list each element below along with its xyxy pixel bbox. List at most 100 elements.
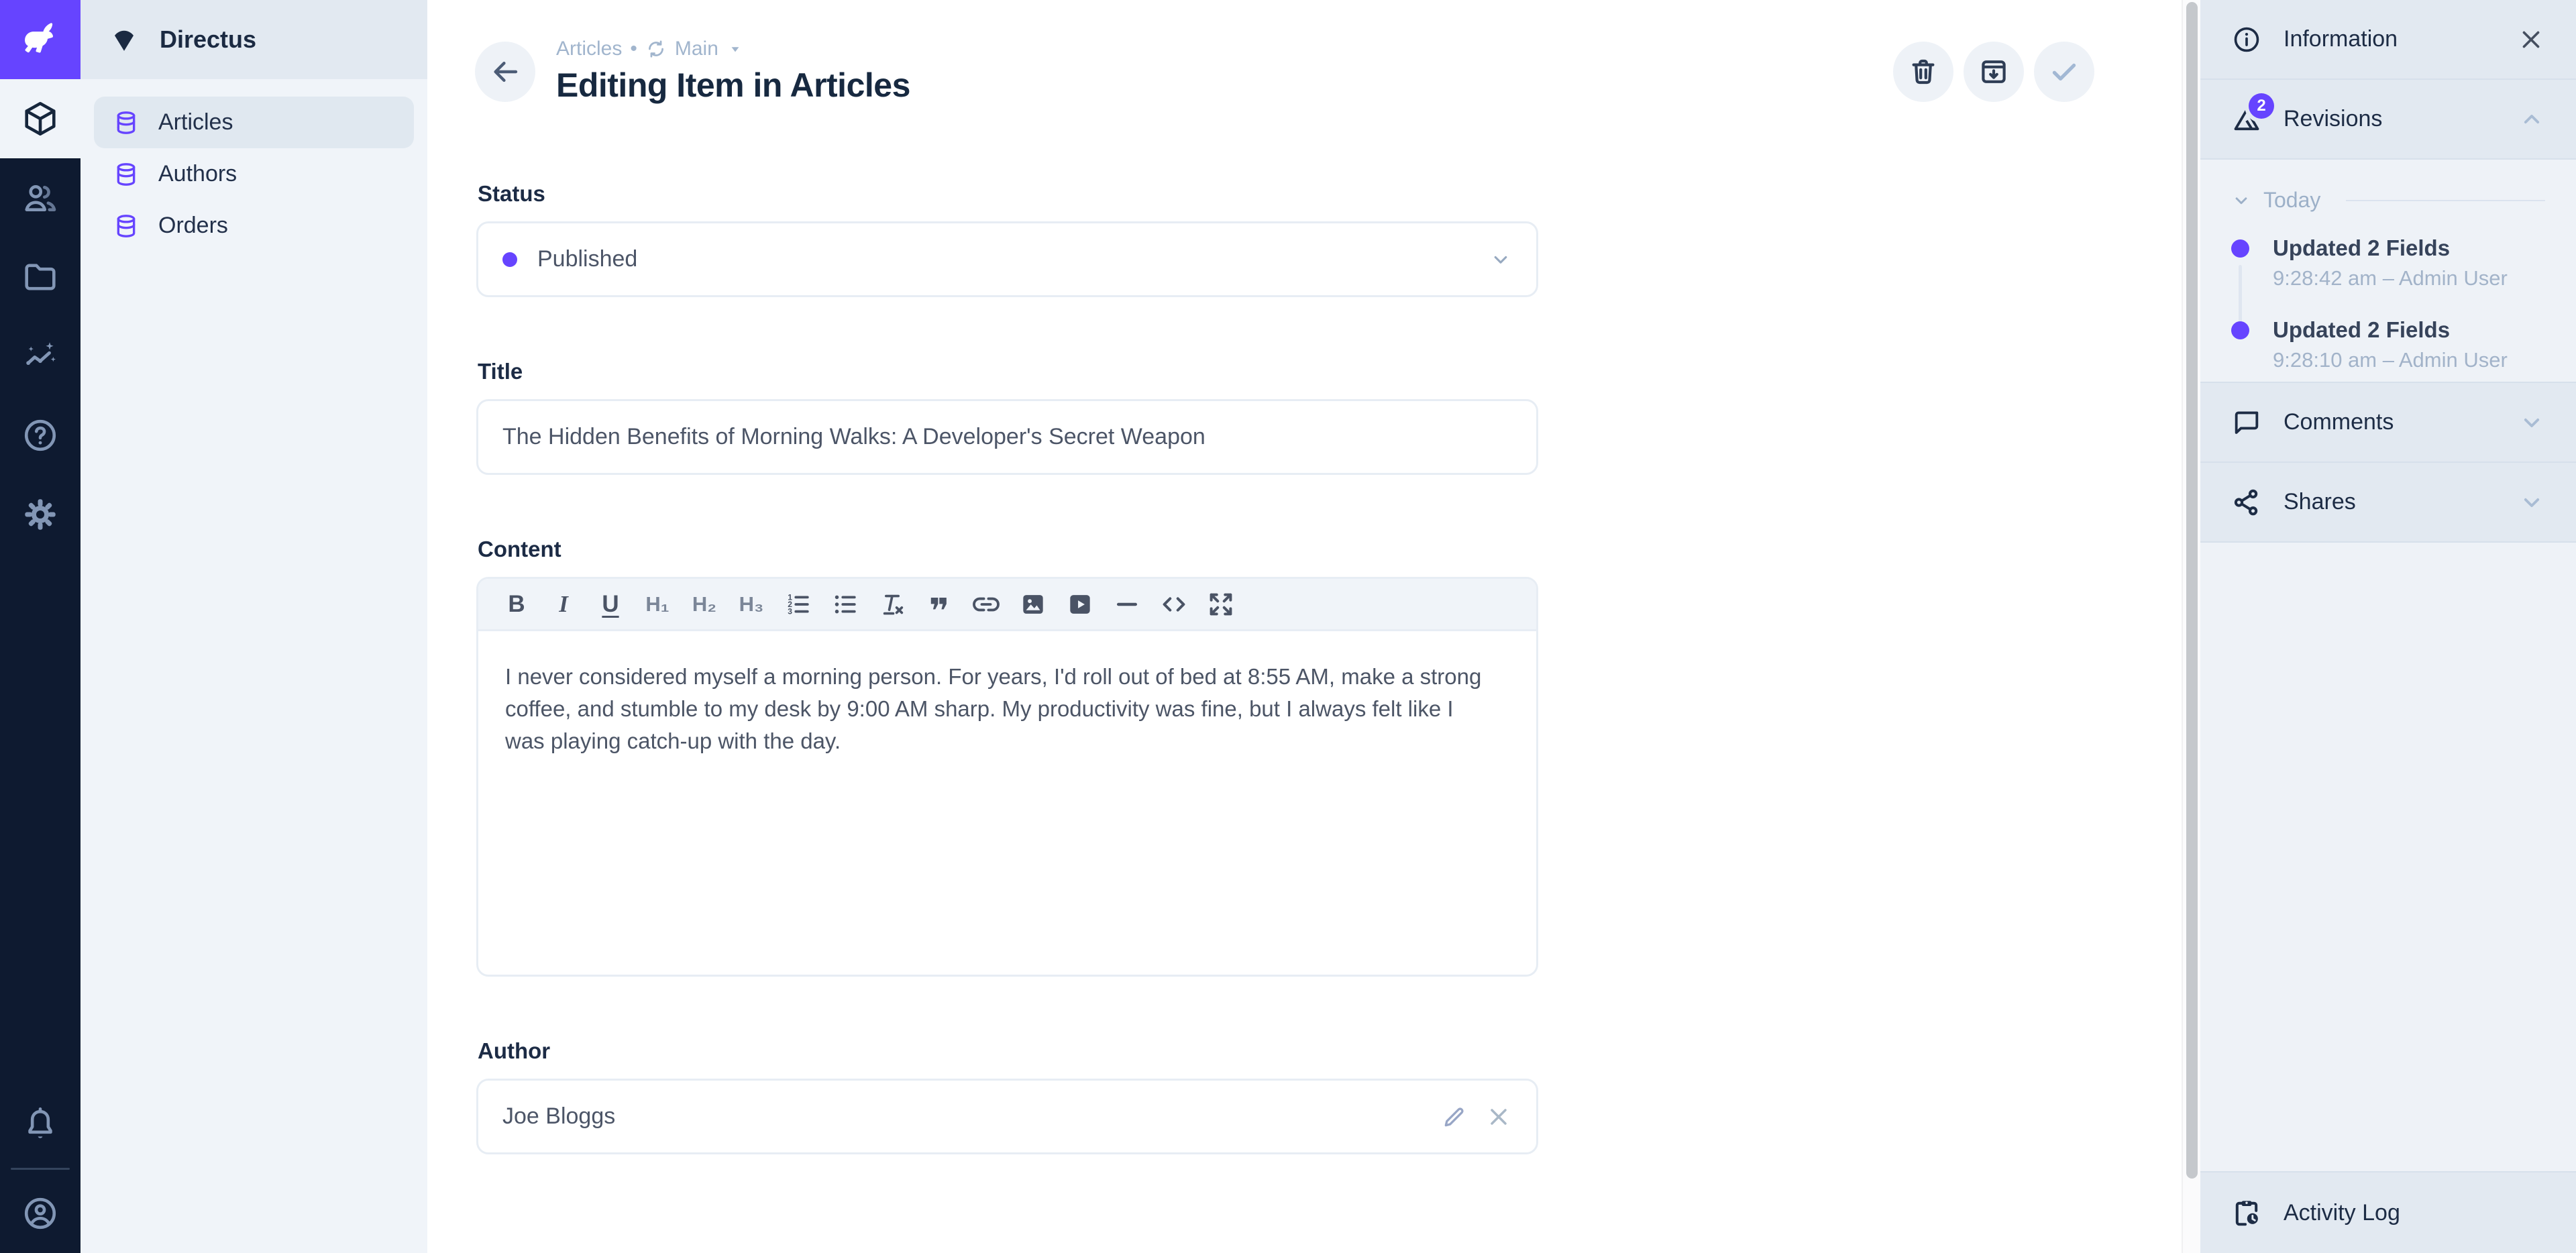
back-button[interactable] xyxy=(475,42,535,102)
rabbit-logo-icon xyxy=(18,17,62,62)
revision-item[interactable]: Updated 2 Fields 9:28:42 am – Admin User xyxy=(2231,235,2545,290)
caret-down-icon xyxy=(727,40,744,58)
sidebar-item-label: Orders xyxy=(158,213,228,239)
heading2-button[interactable]: H₂ xyxy=(684,584,725,625)
shares-label: Shares xyxy=(2284,489,2356,515)
fullscreen-icon xyxy=(1205,589,1236,620)
version-sync-icon[interactable] xyxy=(645,38,667,60)
video-icon xyxy=(1065,590,1095,619)
insert-image-button[interactable] xyxy=(1012,584,1054,625)
status-select[interactable]: Published xyxy=(476,221,1538,297)
revision-title: Updated 2 Fields xyxy=(2273,235,2545,261)
project-header[interactable]: Directus xyxy=(80,0,427,79)
edit-pencil-icon[interactable] xyxy=(1441,1103,1468,1130)
revision-dot xyxy=(2231,321,2249,339)
module-settings[interactable] xyxy=(0,475,80,554)
editor-toolbar: B I U H₁ H₂ H₃ 1 2 3 xyxy=(478,579,1536,631)
close-sidebar-icon[interactable] xyxy=(2517,25,2545,54)
page-title: Editing Item in Articles xyxy=(556,66,910,105)
code-button[interactable] xyxy=(1153,584,1195,625)
content-field-group: Content B I U H₁ H₂ H₃ 1 xyxy=(476,537,1538,977)
breadcrumb-collection[interactable]: Articles xyxy=(556,38,622,60)
group-label: Today xyxy=(2263,188,2320,213)
delete-button[interactable] xyxy=(1893,42,1953,102)
wysiwyg-editor: B I U H₁ H₂ H₃ 1 2 3 xyxy=(476,577,1538,977)
horizontal-rule-button[interactable] xyxy=(1106,584,1148,625)
chevron-down-icon xyxy=(1489,248,1512,271)
information-section-header[interactable]: Information xyxy=(2200,0,2576,80)
author-field-group: Author Joe Bloggs xyxy=(476,1038,1538,1154)
project-name: Directus xyxy=(160,25,256,54)
insert-video-button[interactable] xyxy=(1059,584,1101,625)
activity-log-button[interactable]: Activity Log xyxy=(2200,1171,2576,1253)
heading1-button[interactable]: H₁ xyxy=(637,584,678,625)
revision-item[interactable]: Updated 2 Fields 9:28:10 am – Admin User xyxy=(2231,317,2545,372)
trash-icon xyxy=(1907,56,1939,88)
status-field-group: Status Published xyxy=(476,181,1538,297)
svg-text:3: 3 xyxy=(788,606,792,616)
title-input[interactable] xyxy=(476,399,1538,475)
version-name[interactable]: Main xyxy=(675,38,718,60)
image-icon xyxy=(1018,590,1048,619)
sidebar-item-orders[interactable]: Orders xyxy=(94,200,414,252)
archive-button[interactable] xyxy=(1964,42,2024,102)
comments-section-header[interactable]: Comments xyxy=(2200,383,2576,463)
database-icon xyxy=(113,109,140,136)
underline-button[interactable]: U xyxy=(590,584,631,625)
user-avatar-icon xyxy=(21,1194,60,1233)
italic-button[interactable]: I xyxy=(543,584,584,625)
heading3-button[interactable]: H₃ xyxy=(731,584,772,625)
comment-bubble-icon xyxy=(2231,407,2262,438)
revisions-count-badge: 2 xyxy=(2249,93,2274,119)
status-label: Status xyxy=(478,181,1538,207)
navigation-sidebar: Directus Articles xyxy=(80,0,427,1253)
sidebar-filler xyxy=(2200,543,2576,1171)
notifications-button[interactable] xyxy=(0,1085,80,1164)
revisions-panel: Today Updated 2 Fields 9:28:42 am – Admi… xyxy=(2200,160,2576,383)
project-fan-icon xyxy=(109,24,140,55)
information-label: Information xyxy=(2284,26,2398,52)
sidebar-item-authors[interactable]: Authors xyxy=(94,148,414,200)
module-users[interactable] xyxy=(0,158,80,237)
module-docs[interactable] xyxy=(0,396,80,475)
activity-log-icon xyxy=(2231,1197,2262,1228)
fullscreen-button[interactable] xyxy=(1200,584,1242,625)
share-network-icon xyxy=(2231,487,2262,518)
author-relation-field[interactable]: Joe Bloggs xyxy=(476,1079,1538,1154)
bullet-list-button[interactable] xyxy=(824,584,866,625)
module-files[interactable] xyxy=(0,237,80,317)
clear-format-button[interactable] xyxy=(871,584,913,625)
directus-logo[interactable] xyxy=(0,0,80,79)
link-button[interactable] xyxy=(965,584,1007,625)
sidebar-item-label: Articles xyxy=(158,109,233,135)
module-bar-spacer xyxy=(0,554,80,1085)
item-form: Status Published Title Content B xyxy=(476,181,1538,1216)
revision-meta: 9:28:42 am – Admin User xyxy=(2273,266,2545,290)
shares-section-header[interactable]: Shares xyxy=(2200,463,2576,543)
title-block: Articles • Main Editing Item in Articles xyxy=(556,38,910,105)
scrollbar-thumb[interactable] xyxy=(2186,2,2198,1179)
bold-button[interactable]: B xyxy=(496,584,537,625)
chevron-down-icon xyxy=(2231,190,2251,211)
deselect-x-icon[interactable] xyxy=(1485,1103,1512,1130)
sidebar-item-articles[interactable]: Articles xyxy=(94,97,414,148)
module-content[interactable] xyxy=(0,79,80,158)
activity-log-label: Activity Log xyxy=(2284,1200,2400,1226)
revisions-icon-wrap: 2 xyxy=(2231,104,2262,135)
save-button[interactable] xyxy=(2034,42,2094,102)
blockquote-button[interactable]: ❞ xyxy=(918,584,960,625)
user-menu[interactable] xyxy=(0,1174,80,1253)
module-insights[interactable] xyxy=(0,317,80,396)
editor-content[interactable]: I never considered myself a morning pers… xyxy=(478,631,1536,975)
sidebar-item-label: Authors xyxy=(158,161,237,187)
info-icon xyxy=(2231,24,2262,55)
revisions-group-today[interactable]: Today xyxy=(2231,188,2545,213)
ordered-list-button[interactable]: 1 2 3 xyxy=(777,584,819,625)
main-content: Articles • Main Editing Item in Articles xyxy=(427,0,2200,1253)
revisions-section-header[interactable]: 2 Revisions xyxy=(2200,80,2576,160)
archive-icon xyxy=(1978,56,2010,88)
status-value: Published xyxy=(537,246,637,272)
directus-app: Directus Articles xyxy=(0,0,2576,1253)
database-icon xyxy=(113,161,140,188)
author-value: Joe Bloggs xyxy=(502,1103,615,1130)
